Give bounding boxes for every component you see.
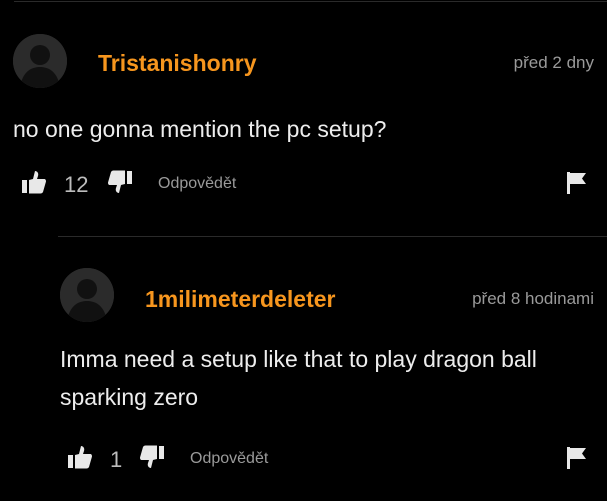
dislike-button[interactable]: [108, 170, 132, 194]
top-divider: [14, 1, 607, 2]
user-silhouette-icon: [13, 34, 67, 88]
comment-actions: 12 Odpovědět: [0, 168, 607, 198]
like-button[interactable]: [22, 170, 46, 194]
reply-actions: 1 Odpovědět: [0, 442, 607, 472]
reply-username[interactable]: 1milimeterdeleter: [145, 286, 335, 313]
like-count: 1: [110, 447, 123, 472]
avatar[interactable]: [60, 268, 114, 322]
user-silhouette-icon: [60, 268, 114, 322]
thumbs-down-icon: [140, 445, 164, 468]
reply-timestamp: před 8 hodinami: [472, 289, 594, 308]
thumbs-down-icon: [108, 170, 132, 193]
flag-button[interactable]: [567, 447, 587, 469]
comment-timestamp: před 2 dny: [513, 53, 594, 72]
flag-icon: [567, 447, 586, 469]
comment-username[interactable]: Tristanishonry: [98, 50, 256, 77]
reply-text: Imma need a setup like that to play drag…: [60, 346, 537, 410]
thumbs-up-icon: [68, 446, 92, 469]
thumbs-up-icon: [22, 171, 46, 194]
avatar[interactable]: [13, 34, 67, 88]
reply-button[interactable]: Odpovědět: [158, 175, 236, 193]
flag-icon: [567, 172, 586, 194]
reply-divider: [58, 236, 607, 237]
flag-button[interactable]: [567, 172, 587, 194]
like-button[interactable]: [68, 445, 92, 469]
like-count: 12: [64, 172, 89, 197]
comment-text: no one gonna mention the pc setup?: [13, 116, 387, 142]
dislike-button[interactable]: [140, 445, 164, 469]
reply-button[interactable]: Odpovědět: [190, 450, 268, 468]
